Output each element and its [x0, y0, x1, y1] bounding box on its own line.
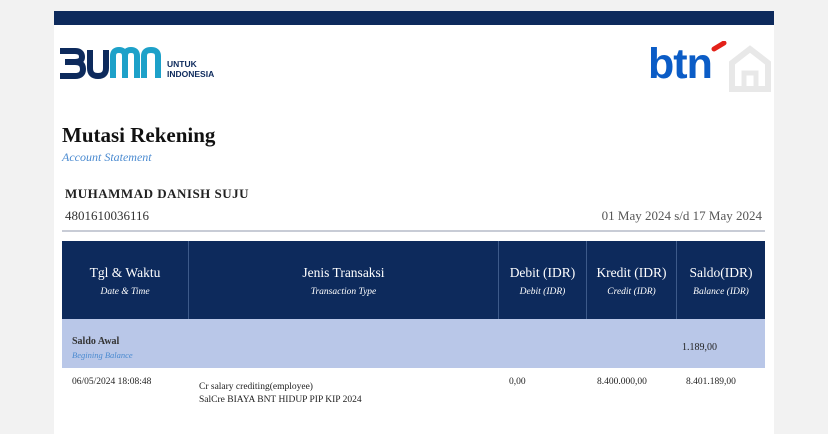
- page-subtitle: Account Statement: [62, 150, 152, 164]
- opening-balance-sublabel: Begining Balance: [72, 350, 133, 360]
- row-debit: 0,00: [509, 377, 526, 387]
- opening-balance-label: Saldo Awal: [72, 336, 120, 347]
- bumn-tagline: UNTUK INDONESIA: [167, 59, 215, 79]
- row-datetime: 06/05/2024 18:08:48: [72, 377, 152, 387]
- table-row: 06/05/2024 18:08:48 Cr salary crediting(…: [62, 368, 765, 418]
- house-icon: [711, 41, 771, 92]
- divider: [62, 230, 765, 232]
- bumn-logo: UNTUK INDONESIA: [57, 46, 222, 82]
- statement-period: 01 May 2024 s/d 17 May 2024: [601, 208, 762, 223]
- account-number: 4801610036116: [65, 208, 150, 223]
- column-header-date: Tgl & Waktu Date & Time: [62, 241, 189, 319]
- opening-balance-row: Saldo Awal Begining Balance 1.189,00: [62, 319, 765, 368]
- page-title: Mutasi Rekening: [62, 123, 216, 147]
- column-header-balance: Saldo(IDR) Balance (IDR): [689, 265, 753, 297]
- row-credit: 8.400.000,00: [597, 377, 647, 387]
- row-type-line2: SalCre BIAYA BNT HIDUP PIP KIP 2024: [199, 395, 362, 405]
- account-holder-name: MUHAMMAD DANISH SUJU: [65, 186, 250, 201]
- column-header-type: Jenis Transaksi Transaction Type: [189, 241, 499, 319]
- row-type-line1: Cr salary crediting(employee): [199, 382, 313, 392]
- opening-balance-value: 1.189,00: [682, 342, 717, 353]
- column-header-credit: Kredit (IDR) Credit (IDR): [587, 241, 677, 319]
- column-header-debit: Debit (IDR) Debit (IDR): [499, 241, 587, 319]
- top-bar: [54, 11, 774, 25]
- statement-page: UNTUK INDONESIA btn Mutasi Rekening Acco…: [54, 11, 774, 434]
- table-header: Tgl & Waktu Date & Time Jenis Transaksi …: [62, 241, 765, 319]
- row-balance: 8.401.189,00: [686, 377, 736, 387]
- btn-logo: btn: [648, 41, 774, 93]
- btn-wordmark: btn: [648, 40, 713, 88]
